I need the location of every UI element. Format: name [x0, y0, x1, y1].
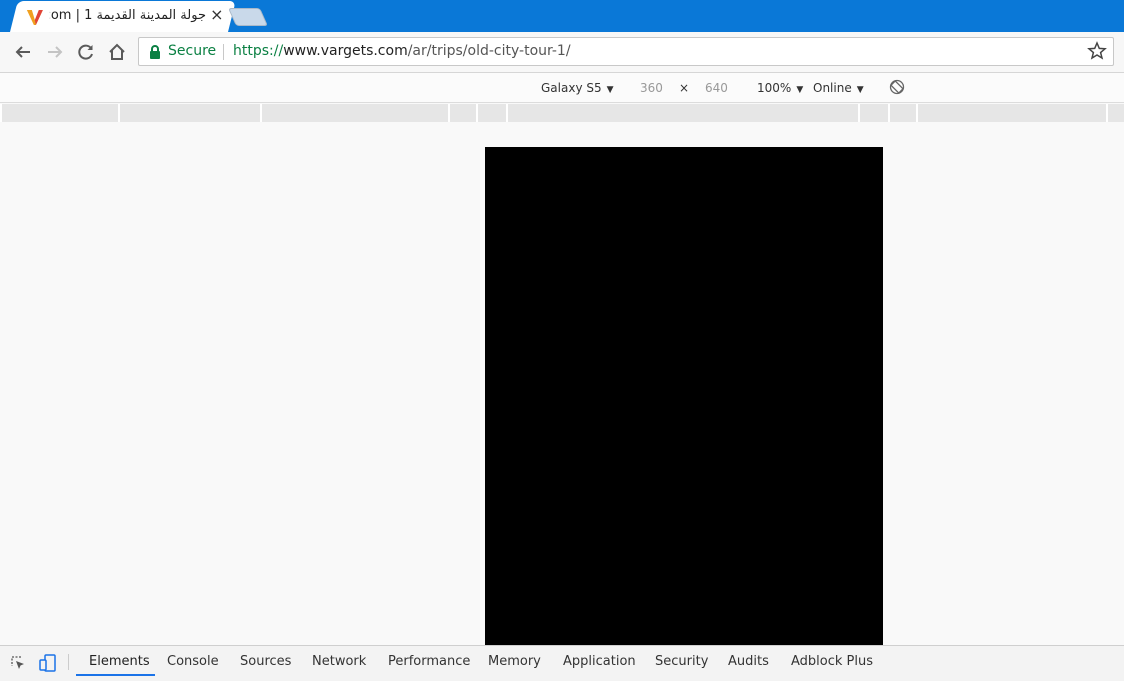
- url-text[interactable]: https://www.vargets.com/ar/trips/old-cit…: [233, 43, 571, 59]
- browser-tab[interactable]: جولة المدينة القديمة 1 | vargets.com ×: [10, 1, 236, 32]
- dimension-separator: ×: [679, 81, 690, 95]
- device-toolbar: Galaxy S5 ▼ 360 × 640 100% ▼ Online ▼: [0, 73, 1124, 103]
- media-query-segment[interactable]: [262, 104, 448, 122]
- arrow-right-icon: [48, 46, 63, 58]
- network-throttle-select[interactable]: Online ▼: [813, 81, 864, 95]
- device-screen[interactable]: [485, 147, 883, 645]
- active-tab-indicator: [76, 674, 155, 676]
- tab-elements[interactable]: Elements: [89, 654, 150, 669]
- reload-button[interactable]: [74, 40, 98, 64]
- media-query-bar: [0, 104, 1124, 122]
- forward-button[interactable]: [43, 40, 67, 64]
- network-value: Online: [813, 81, 852, 95]
- media-query-segment[interactable]: [478, 104, 506, 122]
- media-query-segment[interactable]: [890, 104, 916, 122]
- device-name: Galaxy S5: [541, 81, 602, 95]
- home-button[interactable]: [105, 40, 129, 64]
- tab-adblock-plus[interactable]: Adblock Plus: [791, 654, 873, 669]
- address-bar[interactable]: Secure https://www.vargets.com/ar/trips/…: [138, 37, 1114, 66]
- chevron-down-icon: ▼: [606, 85, 614, 95]
- zoom-value: 100%: [757, 81, 792, 95]
- tab-application[interactable]: Application: [563, 654, 636, 669]
- device-select[interactable]: Galaxy S5 ▼: [541, 81, 614, 95]
- media-query-segment[interactable]: [918, 104, 1106, 122]
- height-input[interactable]: 640: [705, 81, 728, 95]
- media-query-segment[interactable]: [2, 104, 118, 122]
- site-favicon-icon: [26, 10, 43, 25]
- zoom-select[interactable]: 100% ▼: [757, 81, 803, 95]
- secure-label: Secure: [168, 43, 217, 59]
- tab-security[interactable]: Security: [655, 654, 708, 669]
- back-button[interactable]: [11, 40, 35, 64]
- device-toggle-icon[interactable]: [39, 654, 57, 672]
- media-query-segment[interactable]: [450, 104, 476, 122]
- media-query-segment[interactable]: [1108, 104, 1124, 122]
- tab-performance[interactable]: Performance: [388, 654, 470, 669]
- tab-close-icon[interactable]: ×: [208, 5, 226, 24]
- tab-network[interactable]: Network: [312, 654, 366, 669]
- tab-title: جولة المدينة القديمة 1 | vargets.com: [49, 8, 206, 23]
- lock-icon: [150, 45, 160, 59]
- toolbar-divider: [68, 654, 69, 670]
- tab-strip: جولة المدينة القديمة 1 | vargets.com ×: [0, 0, 1124, 32]
- devtools-tabbar: Elements Console Sources Network Perform…: [0, 645, 1124, 681]
- chevron-down-icon: ▼: [796, 85, 804, 95]
- star-icon[interactable]: [1087, 41, 1107, 61]
- inspect-element-icon[interactable]: [9, 654, 27, 672]
- tab-audits[interactable]: Audits: [728, 654, 769, 669]
- tab-sources[interactable]: Sources: [240, 654, 291, 669]
- browser-toolbar: Secure https://www.vargets.com/ar/trips/…: [0, 32, 1124, 73]
- url-scheme: https://: [233, 43, 284, 59]
- tab-memory[interactable]: Memory: [488, 654, 541, 669]
- media-query-segment[interactable]: [508, 104, 858, 122]
- reload-icon: [78, 44, 93, 60]
- media-query-segment[interactable]: [120, 104, 260, 122]
- emulation-area: [0, 122, 1124, 645]
- url-path: /ar/trips/old-city-tour-1/: [407, 43, 571, 59]
- rotate-icon[interactable]: [889, 79, 905, 95]
- width-input[interactable]: 360: [640, 81, 663, 95]
- chevron-down-icon: ▼: [856, 85, 864, 95]
- media-query-segment[interactable]: [860, 104, 888, 122]
- omnibox-divider: [223, 44, 224, 60]
- arrow-left-icon: [15, 46, 30, 58]
- home-icon: [109, 43, 125, 60]
- url-host: www.vargets.com: [283, 43, 408, 59]
- tab-console[interactable]: Console: [167, 654, 219, 669]
- new-tab-button[interactable]: [227, 8, 269, 26]
